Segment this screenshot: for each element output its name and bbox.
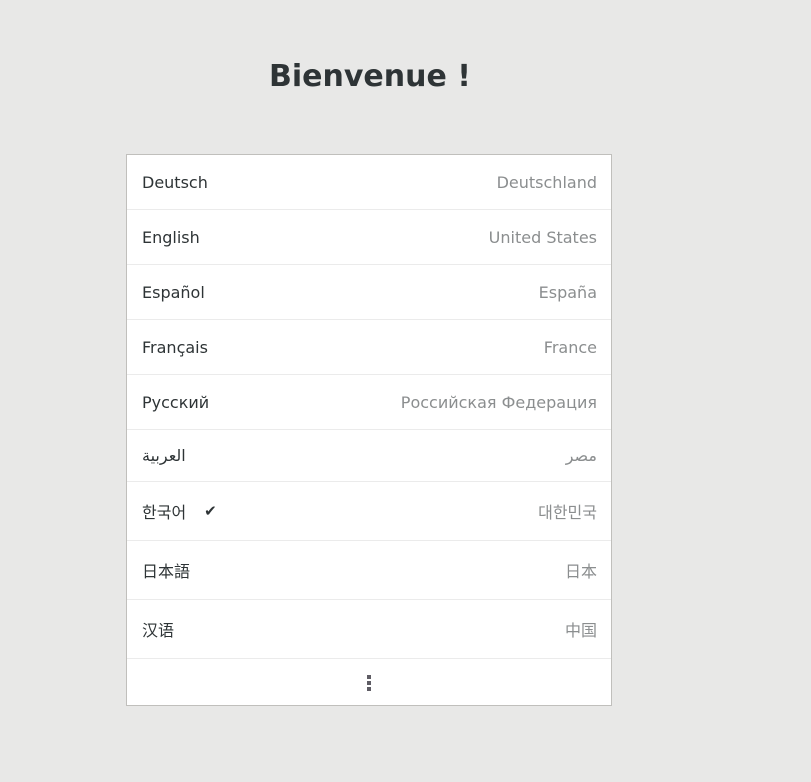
language-row-francais[interactable]: Français France (127, 320, 611, 375)
language-row-chinese[interactable]: 汉语 中国 (127, 600, 611, 659)
language-label: Русский (142, 392, 210, 412)
region-label: Российская Федерация (400, 392, 597, 412)
more-vertical-icon (367, 675, 371, 691)
language-label: 日本語 (142, 562, 191, 581)
region-label: مصر (565, 446, 597, 465)
region-label: 日本 (564, 562, 597, 581)
language-row-russian[interactable]: Русский Российская Федерация (127, 375, 611, 430)
language-label: العربية (142, 446, 186, 465)
language-label: 한국어 (142, 503, 187, 522)
language-label: 汉语 (142, 621, 175, 640)
page-title: Bienvenue ! (269, 59, 471, 94)
region-label: France (543, 337, 597, 357)
region-label: Deutschland (496, 172, 597, 192)
more-languages-button[interactable] (127, 659, 611, 707)
region-label: España (538, 282, 597, 302)
language-row-japanese[interactable]: 日本語 日本 (127, 541, 611, 600)
language-label: Français (142, 337, 208, 357)
language-row-arabic[interactable]: العربية مصر (127, 430, 611, 482)
language-row-deutsch[interactable]: Deutsch Deutschland (127, 155, 611, 210)
language-row-korean[interactable]: 한국어 ✔ 대한민국 (127, 482, 611, 541)
language-label: English (142, 227, 200, 247)
region-label: 대한민국 (538, 503, 597, 522)
language-label: Deutsch (142, 172, 208, 192)
language-list: Deutsch Deutschland English United State… (126, 154, 612, 706)
check-icon: ✔ (204, 502, 217, 520)
language-label: Español (142, 282, 205, 302)
region-label: United States (488, 227, 597, 247)
language-row-espanol[interactable]: Español España (127, 265, 611, 320)
language-row-english[interactable]: English United States (127, 210, 611, 265)
region-label: 中国 (564, 621, 597, 640)
